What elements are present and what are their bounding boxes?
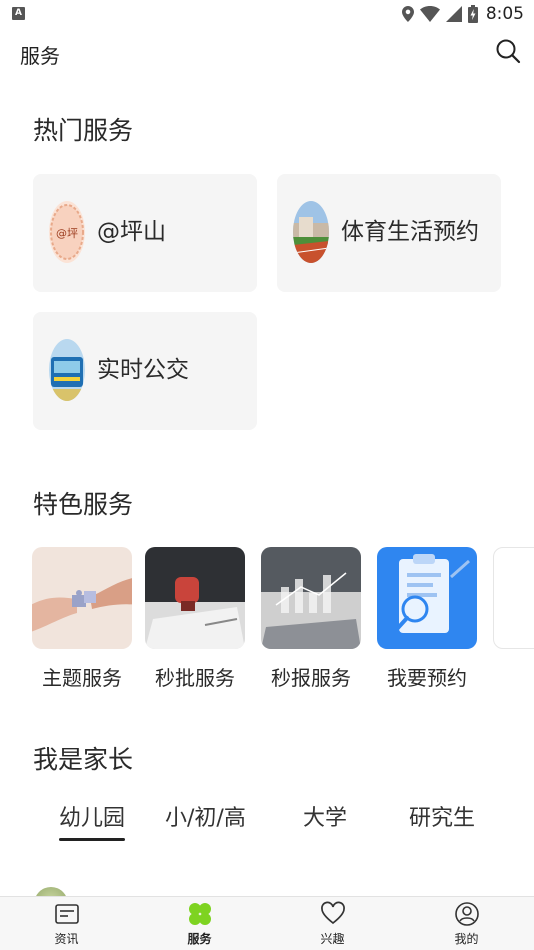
feature-label: 主 (493, 662, 534, 691)
feature-make-appointment[interactable]: 我要预约 (377, 547, 477, 691)
nav-label: 兴趣 (320, 932, 345, 946)
clover-icon (189, 903, 211, 925)
puzzle-hands-image (32, 547, 132, 649)
bottom-navigation: 资讯 服务 兴趣 我的 (0, 896, 534, 950)
feature-theme-service[interactable]: 主题服务 (32, 547, 132, 691)
hot-service-label: @坪山 (97, 219, 166, 245)
page-title: 服务 (20, 44, 60, 68)
status-bar: A 8:05 (0, 0, 534, 28)
news-icon (55, 904, 79, 924)
hot-services-title: 热门服务 (33, 116, 134, 145)
feature-instant-report[interactable]: 秒报服务 (261, 547, 361, 691)
feature-label: 主题服务 (42, 666, 122, 690)
featured-services-title: 特色服务 (33, 490, 134, 519)
nav-item-profile[interactable]: 我的 (400, 897, 533, 950)
tab-kindergarten[interactable]: 幼儿园 (59, 800, 125, 832)
search-icon[interactable] (495, 38, 521, 64)
status-icons: 8:05 (401, 3, 524, 25)
feature-label: 我要预约 (387, 666, 467, 690)
wifi-icon (419, 6, 440, 22)
featured-services-carousel[interactable]: 主题服务 秒批服务 秒报服务 我要预约 (32, 547, 534, 697)
status-time: 8:05 (485, 4, 524, 24)
parents-title: 我是家长 (33, 745, 134, 774)
partial-image (493, 547, 534, 649)
tab-primary-middle-high[interactable]: 小/初/高 (165, 800, 246, 832)
feature-label: 秒报服务 (271, 666, 351, 690)
heart-icon (321, 901, 345, 925)
feature-partial-next[interactable]: 主 (493, 547, 534, 691)
active-tab-indicator (59, 838, 125, 841)
hot-service-label: 体育生活预约 (341, 219, 479, 245)
svg-text:@坪: @坪 (56, 227, 78, 240)
feature-instant-approval[interactable]: 秒批服务 (145, 547, 245, 691)
clipboard-search-image (377, 547, 477, 649)
nav-label: 资讯 (54, 932, 79, 946)
feature-label: 秒批服务 (155, 666, 235, 690)
signal-icon (445, 6, 462, 22)
nav-item-services[interactable]: 服务 (133, 897, 266, 950)
hot-service-sports[interactable]: 体育生活预约 (277, 174, 501, 292)
pingshan-logo-icon: @坪 (49, 201, 85, 263)
nav-label: 服务 (187, 932, 212, 946)
nav-item-interests[interactable]: 兴趣 (266, 897, 399, 950)
sports-track-icon (293, 201, 329, 263)
education-tabs: 幼儿园 小/初/高 大学 研究生 (33, 800, 503, 850)
hot-service-label: 实时公交 (97, 357, 189, 383)
nav-label: 我的 (454, 932, 479, 946)
hot-service-pingshan[interactable]: @坪 @坪山 (33, 174, 257, 292)
laptop-chart-image (261, 547, 361, 649)
app-notification-icon: A (12, 7, 25, 20)
location-icon (401, 6, 414, 22)
battery-charging-icon (467, 5, 478, 23)
user-icon (455, 902, 479, 926)
header: 服务 (0, 32, 534, 74)
tab-graduate[interactable]: 研究生 (409, 800, 475, 832)
nav-item-news[interactable]: 资讯 (0, 897, 133, 950)
tab-university[interactable]: 大学 (303, 800, 347, 832)
stamp-document-image (145, 547, 245, 649)
hot-service-bus[interactable]: 实时公交 (33, 312, 257, 430)
bus-icon (49, 339, 85, 401)
